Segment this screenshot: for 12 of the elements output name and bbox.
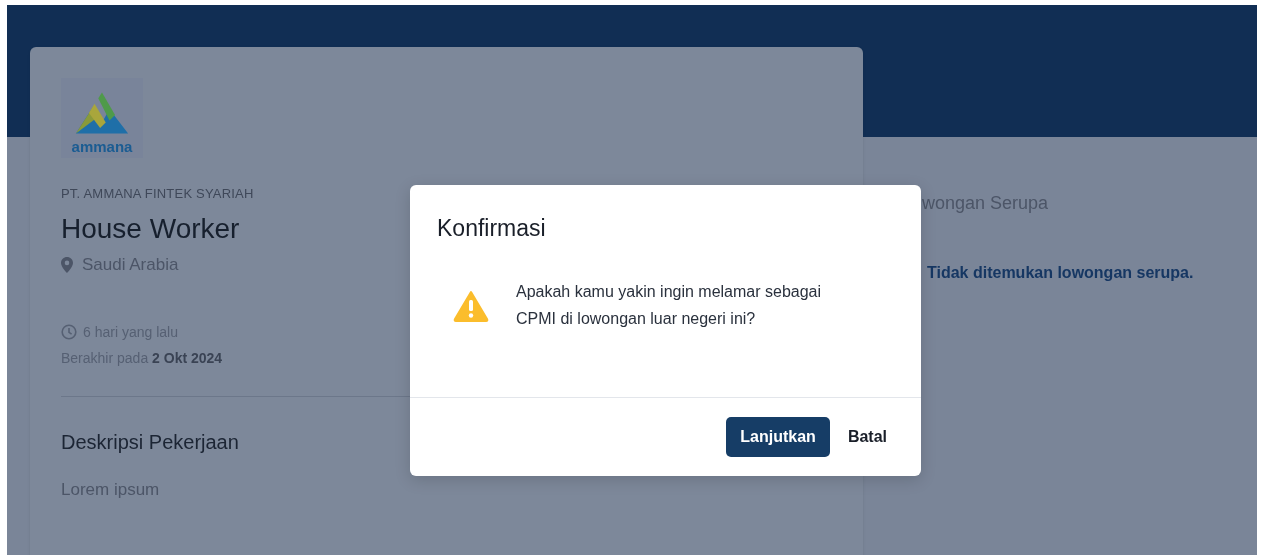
section-heading: Deskripsi Pekerjaan bbox=[61, 431, 239, 454]
dialog-message: Apakah kamu yakin ingin melamar sebagai CPMI di lowongan luar negeri ini? bbox=[516, 282, 823, 329]
cancel-button[interactable]: Batal bbox=[843, 417, 891, 457]
job-title: House Worker bbox=[61, 213, 240, 245]
logo-wordmark: ammana bbox=[71, 138, 133, 156]
empty-message: Tidak ditemukan lowongan serupa. bbox=[927, 264, 1194, 282]
continue-button[interactable]: Lanjutkan bbox=[726, 417, 830, 457]
warning-icon bbox=[453, 290, 489, 322]
dialog-title: Konfirmasi bbox=[436, 214, 547, 242]
company-name: PT. AMMANA FINTEK SYARIAH bbox=[61, 186, 254, 201]
location-pin-icon bbox=[61, 257, 73, 273]
clock-icon bbox=[61, 324, 77, 340]
